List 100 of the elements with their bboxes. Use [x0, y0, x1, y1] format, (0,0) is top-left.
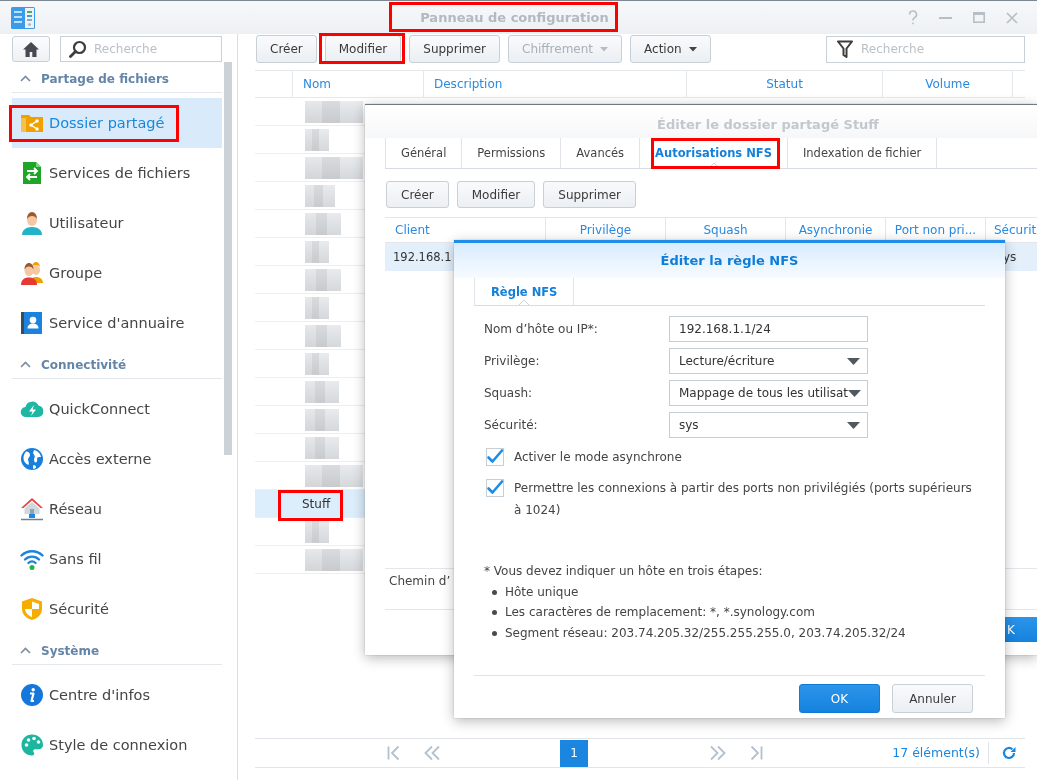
dialog-title: Éditer la règle NFS: [660, 253, 799, 268]
column-header[interactable]: Privilège: [579, 223, 632, 237]
field-label: Squash:: [484, 386, 534, 400]
filter-icon: [837, 40, 853, 58]
caret-icon: [688, 46, 697, 52]
column-header[interactable]: Statut: [766, 77, 803, 91]
blurred-text: [305, 352, 329, 375]
tab[interactable]: Permissions: [461, 138, 561, 168]
sidebar-item[interactable]: Services de fichiers: [12, 148, 222, 198]
sidebar-item[interactable]: Réseau: [12, 484, 222, 534]
refresh-icon[interactable]: [1002, 746, 1016, 760]
section-header[interactable]: Système: [12, 634, 222, 665]
column-header[interactable]: Description: [434, 77, 503, 91]
maximize-icon: [973, 12, 985, 23]
page-button[interactable]: 1: [560, 739, 588, 767]
select-field[interactable]: Lecture/écriture: [669, 348, 868, 374]
sidebar-item[interactable]: Groupe: [12, 248, 222, 298]
cancel-button[interactable]: Annuler: [892, 684, 973, 713]
toolbar-button[interactable]: Action: [630, 35, 711, 63]
client-cell: 192.168.1: [393, 250, 452, 264]
field-label: Nom d’hôte ou IP*:: [484, 322, 599, 336]
dialog-button[interactable]: Créer: [386, 181, 449, 208]
field-label: Sécurité:: [484, 418, 539, 432]
note-item: Hôte unique: [505, 583, 579, 601]
tab[interactable]: Indexation de fichier: [786, 138, 938, 168]
tab[interactable]: Avancés: [560, 138, 640, 168]
bullet-icon: [492, 630, 497, 636]
toolbar-button[interactable]: Supprimer: [409, 35, 500, 63]
blurred-text: [305, 156, 363, 179]
help-icon: [908, 10, 918, 25]
select-field[interactable]: sys: [669, 412, 868, 438]
dialog-title: Éditer le dossier partagé Stuff: [657, 116, 879, 132]
blurred-text: [305, 128, 329, 151]
blurred-text: [305, 380, 339, 403]
user-icon: [20, 211, 44, 235]
house-network-icon: [20, 497, 44, 521]
tab[interactable]: Règle NFS: [474, 278, 575, 305]
column-header[interactable]: Volume: [925, 77, 970, 91]
search-icon: [69, 40, 87, 58]
sidebar-item[interactable]: Accès externe: [12, 434, 222, 484]
sidebar-item[interactable]: QuickConnect: [12, 384, 222, 434]
checkbox[interactable]: [486, 448, 504, 466]
group-icon: [20, 261, 44, 285]
home-button[interactable]: [12, 36, 50, 62]
sidebar-item[interactable]: Sécurité: [12, 584, 222, 634]
sidebar-item[interactable]: Centre d'infos: [12, 670, 222, 720]
checkbox-label: Activer le mode asynchrone: [514, 449, 683, 466]
blurred-text: [305, 268, 341, 291]
sidebar-item[interactable]: Service d'annuaire: [12, 298, 222, 348]
blurred-text: [305, 408, 339, 431]
dialog-button[interactable]: Supprimer: [543, 181, 636, 208]
bullet-icon: [492, 589, 497, 595]
chevron-up-icon: [20, 647, 31, 654]
chevron-up-icon: [20, 75, 31, 82]
ok-button[interactable]: OK: [799, 684, 880, 713]
close-icon: [1006, 11, 1018, 24]
sidebar-item[interactable]: Utilisateur: [12, 198, 222, 248]
window-title: Panneau de configuration: [420, 9, 609, 26]
blurred-text: [305, 240, 329, 263]
bullet-icon: [492, 610, 497, 616]
palette-icon: [20, 733, 44, 757]
file-arrows-icon: [20, 161, 44, 185]
checkbox-label: Permettre les connexions à partir des ports non privilégiés (ports supérieurs à 1024): [514, 480, 972, 519]
section-header[interactable]: Partage de fichiers: [12, 62, 222, 93]
section-header[interactable]: Connectivité: [12, 348, 222, 379]
minimize-icon: [939, 16, 952, 19]
toolbar-button[interactable]: Créer: [256, 35, 317, 63]
control-panel-icon: [11, 6, 35, 29]
note-item: Segment réseau: 203.74.205.32/255.255.255.0, 203.74.205.32/24: [505, 624, 906, 642]
input-field[interactable]: 192.168.1.1/24: [669, 316, 868, 342]
blurred-text: [305, 212, 341, 235]
note-text: * Vous devez indiquer un hôte en trois étapes:: [484, 563, 764, 580]
column-header[interactable]: Nom: [303, 77, 331, 91]
column-header[interactable]: Sécurit: [994, 223, 1037, 237]
column-header[interactable]: Squash: [703, 223, 748, 237]
home-icon: [22, 40, 40, 58]
sidebar-item[interactable]: Style de connexion: [12, 720, 222, 770]
blurred-text: [305, 520, 329, 543]
dialog-button[interactable]: Modifier: [456, 181, 536, 208]
sidebar-item[interactable]: Sans fil: [12, 534, 222, 584]
ok-button[interactable]: K: [1005, 617, 1037, 642]
column-header[interactable]: Asynchronie: [798, 223, 873, 237]
info-icon: [20, 683, 44, 707]
blurred-text: [305, 548, 363, 571]
globe-icon: [20, 447, 44, 471]
scrollbar-thumb[interactable]: [224, 62, 232, 455]
shield-icon: [20, 597, 44, 621]
column-header[interactable]: Client: [395, 223, 430, 237]
path-label: Chemin d’: [389, 574, 451, 588]
note-item: Les caractères de remplacement: *, *.synology.com: [505, 604, 815, 622]
contact-card-icon: [20, 311, 44, 335]
wifi-icon: [20, 547, 44, 571]
tab[interactable]: Général: [385, 138, 462, 168]
dropdown-arrow-icon: [847, 357, 860, 365]
checkbox[interactable]: [486, 479, 504, 497]
column-header[interactable]: Port non pri...: [894, 223, 977, 237]
blurred-text: [305, 100, 363, 123]
select-field[interactable]: Mappage de tous les utilisat: [669, 380, 868, 406]
blurred-text: [305, 464, 363, 487]
dropdown-arrow-icon: [848, 389, 862, 397]
